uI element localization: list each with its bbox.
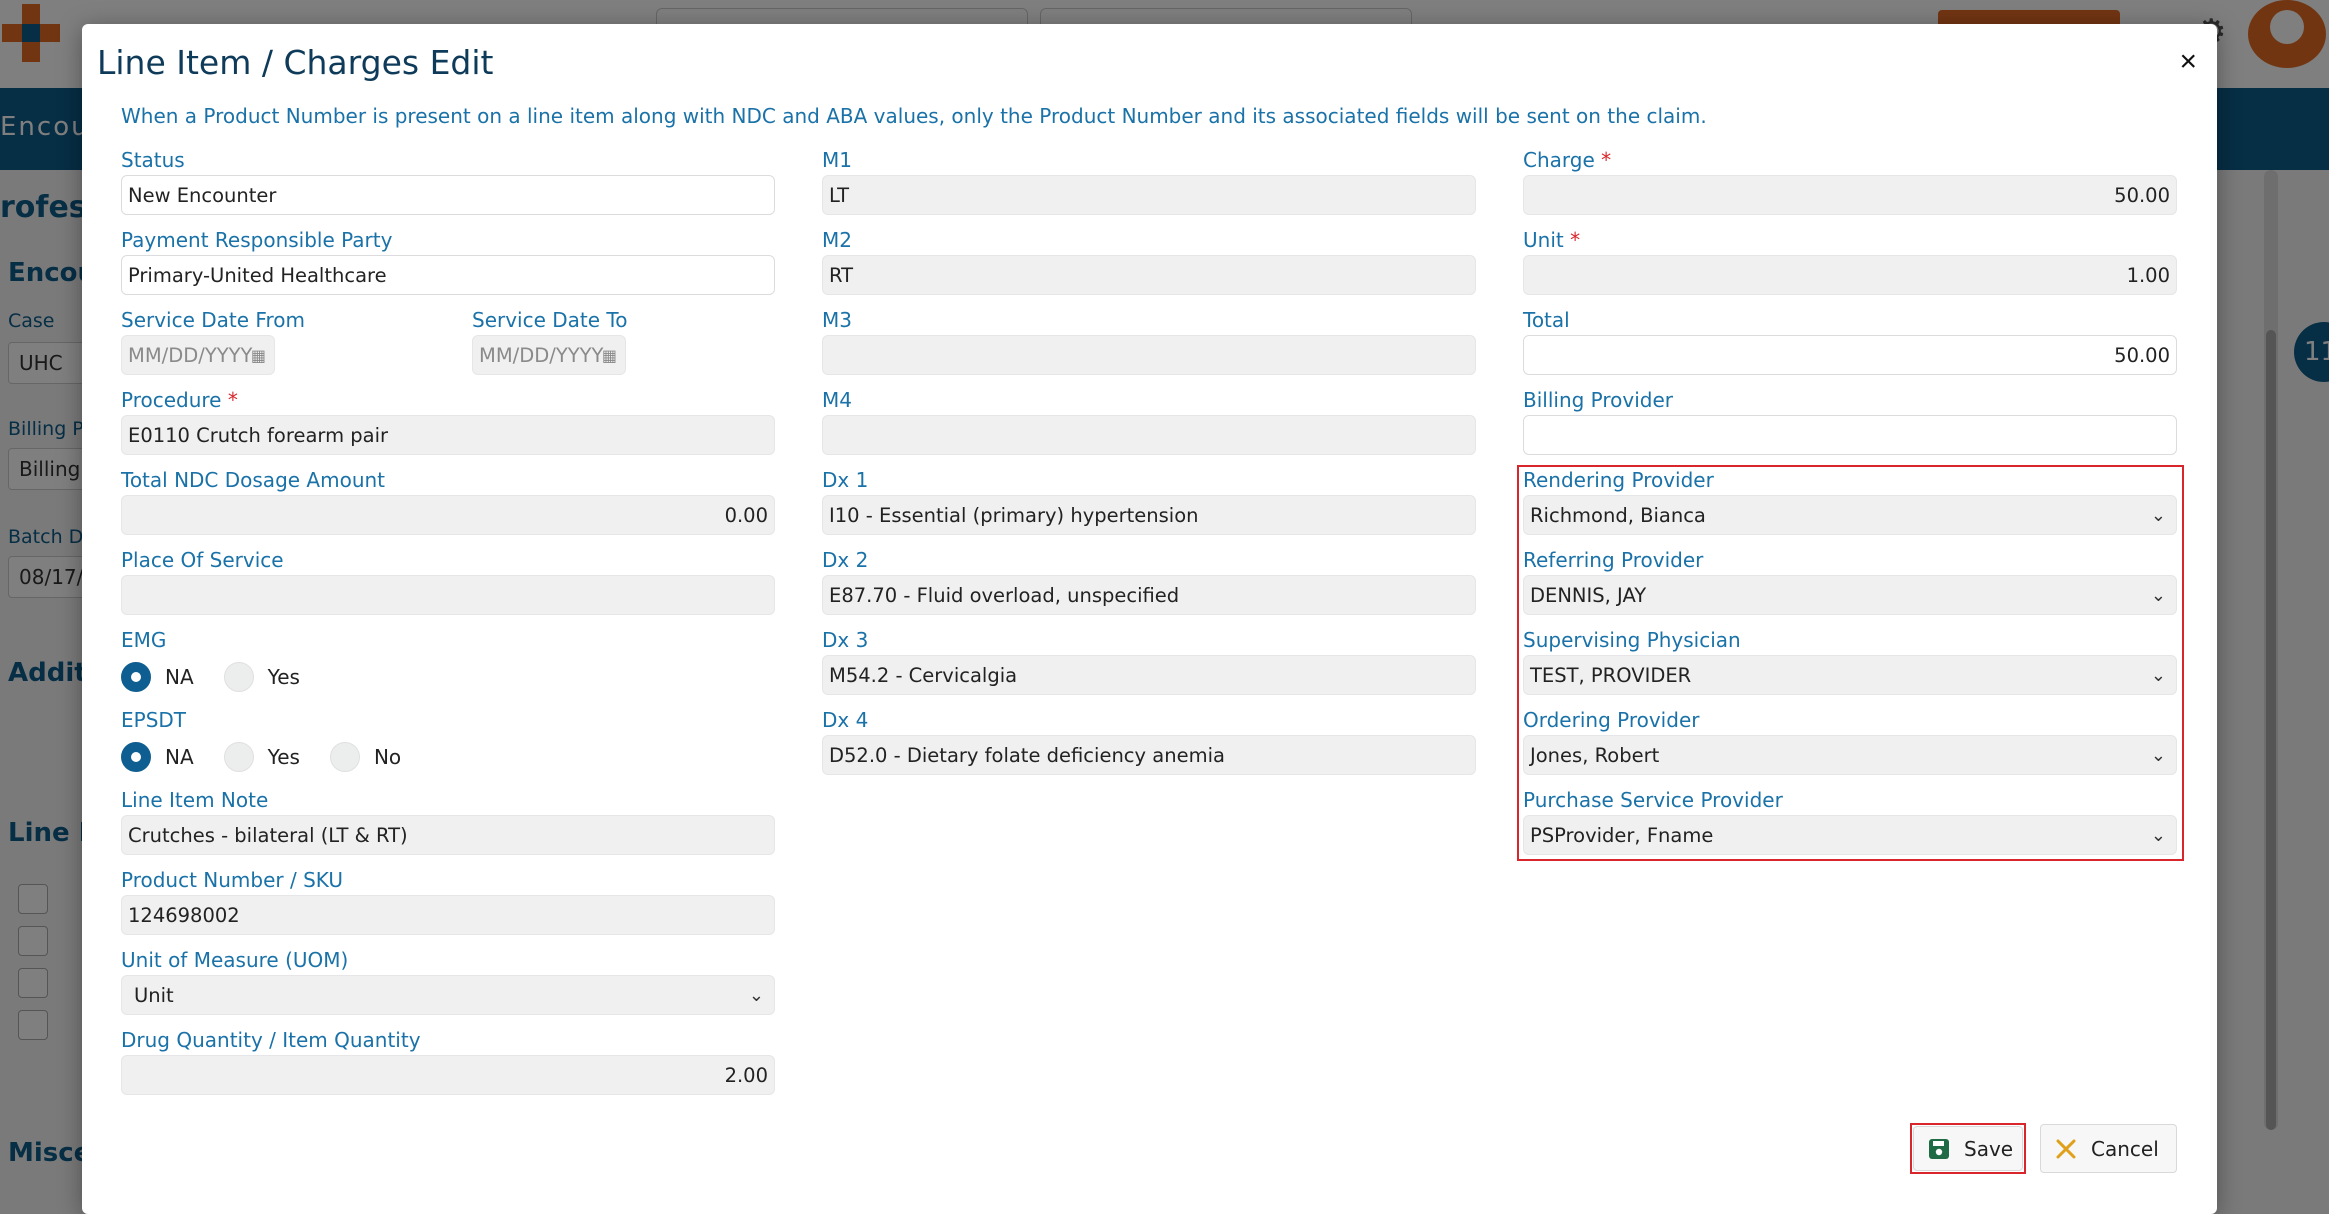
- chevron-down-icon: ⌄: [2150, 665, 2166, 686]
- epsdt-yes-label: Yes: [267, 745, 300, 769]
- line-item-edit-modal: Line Item / Charges Edit × When a Produc…: [82, 24, 2217, 1214]
- payment-party-field[interactable]: Primary-United Healthcare: [121, 255, 775, 295]
- ordering-provider-label: Ordering Provider: [1523, 708, 1700, 732]
- referring-provider-select[interactable]: DENNIS, JAY ⌄: [1523, 575, 2177, 615]
- uom-select[interactable]: Unit ⌄: [121, 975, 775, 1015]
- epsdt-label: EPSDT: [121, 708, 187, 732]
- calendar-icon[interactable]: ▦: [251, 336, 266, 374]
- close-icon: [2055, 1138, 2077, 1160]
- required-marker: *: [227, 388, 238, 412]
- service-date-to-placeholder: MM/DD/YYYY: [479, 344, 604, 367]
- quantity-label: Drug Quantity / Item Quantity: [121, 1028, 421, 1052]
- modal-title: Line Item / Charges Edit: [97, 43, 494, 82]
- total-label: Total: [1523, 308, 1570, 332]
- uom-label: Unit of Measure (UOM): [121, 948, 349, 972]
- emg-label: EMG: [121, 628, 167, 652]
- close-icon[interactable]: ×: [2173, 46, 2203, 78]
- billing-provider-field[interactable]: [1523, 415, 2177, 455]
- service-date-to-input[interactable]: MM/DD/YYYY ▦: [472, 335, 626, 375]
- emg-na-radio[interactable]: [121, 662, 151, 692]
- purchase-service-provider-select[interactable]: PSProvider, Fname ⌄: [1523, 815, 2177, 855]
- epsdt-no-radio[interactable]: [329, 742, 360, 772]
- rendering-provider-label: Rendering Provider: [1523, 468, 1714, 492]
- supervising-physician-select[interactable]: TEST, PROVIDER ⌄: [1523, 655, 2177, 695]
- required-marker: *: [1601, 148, 1612, 172]
- purchase-service-provider-value: PSProvider, Fname: [1530, 824, 1714, 847]
- payment-party-label: Payment Responsible Party: [121, 228, 393, 252]
- dx3-label: Dx 3: [822, 628, 869, 652]
- m1-label: M1: [822, 148, 852, 172]
- place-of-service-field[interactable]: [121, 575, 775, 615]
- chevron-down-icon: ⌄: [2150, 585, 2166, 606]
- quantity-field[interactable]: 2.00: [121, 1055, 775, 1095]
- emg-yes-radio[interactable]: [223, 662, 254, 692]
- purchase-service-provider-label: Purchase Service Provider: [1523, 788, 1783, 812]
- dx1-label: Dx 1: [822, 468, 869, 492]
- emg-yes-label: Yes: [267, 665, 300, 689]
- chevron-down-icon: ⌄: [2150, 825, 2166, 846]
- product-number-notice: When a Product Number is present on a li…: [121, 104, 1707, 128]
- epsdt-yes-radio[interactable]: [223, 742, 254, 772]
- product-number-field[interactable]: 124698002: [121, 895, 775, 935]
- service-date-to-label: Service Date To: [472, 308, 628, 332]
- service-date-from-input[interactable]: MM/DD/YYYY ▦: [121, 335, 275, 375]
- epsdt-no-label: No: [373, 745, 402, 769]
- line-item-note-field[interactable]: Crutches - bilateral (LT & RT): [121, 815, 775, 855]
- m3-label: M3: [822, 308, 852, 332]
- cancel-button[interactable]: Cancel: [2040, 1124, 2177, 1173]
- calendar-icon[interactable]: ▦: [602, 336, 617, 374]
- service-date-from-placeholder: MM/DD/YYYY: [128, 344, 253, 367]
- rendering-provider-select[interactable]: Richmond, Bianca ⌄: [1523, 495, 2177, 535]
- chevron-down-icon: ⌄: [2150, 745, 2166, 766]
- m2-field[interactable]: RT: [822, 255, 1476, 295]
- dx3-field[interactable]: M54.2 - Cervicalgia: [822, 655, 1476, 695]
- charge-label: Charge *: [1523, 148, 1612, 172]
- dx1-field[interactable]: I10 - Essential (primary) hypertension: [822, 495, 1476, 535]
- dx2-label: Dx 2: [822, 548, 869, 572]
- m1-field[interactable]: LT: [822, 175, 1476, 215]
- total-field[interactable]: 50.00: [1523, 335, 2177, 375]
- ndc-dosage-field[interactable]: 0.00: [121, 495, 775, 535]
- service-date-from-label: Service Date From: [121, 308, 305, 332]
- epsdt-na-radio[interactable]: [121, 742, 151, 772]
- chevron-down-icon: ⌄: [2150, 505, 2166, 526]
- referring-provider-value: DENNIS, JAY: [1530, 584, 1647, 607]
- m4-label: M4: [822, 388, 852, 412]
- chevron-down-icon: ⌄: [748, 985, 764, 1006]
- m2-label: M2: [822, 228, 852, 252]
- supervising-physician-label: Supervising Physician: [1523, 628, 1741, 652]
- emg-radio-group: NA Yes: [121, 660, 330, 694]
- ordering-provider-value: Jones, Robert: [1530, 744, 1660, 767]
- status-label: Status: [121, 148, 185, 172]
- required-marker: *: [1570, 228, 1581, 252]
- dx2-field[interactable]: E87.70 - Fluid overload, unspecified: [822, 575, 1476, 615]
- save-label: Save: [1964, 1136, 2014, 1161]
- status-field[interactable]: New Encounter: [121, 175, 775, 215]
- dx4-label: Dx 4: [822, 708, 869, 732]
- ndc-dosage-label: Total NDC Dosage Amount: [121, 468, 386, 492]
- unit-field[interactable]: 1.00: [1523, 255, 2177, 295]
- cancel-label: Cancel: [2091, 1136, 2159, 1161]
- procedure-label: Procedure *: [121, 388, 238, 412]
- unit-label: Unit *: [1523, 228, 1581, 252]
- save-icon: [1928, 1138, 1950, 1160]
- ordering-provider-select[interactable]: Jones, Robert ⌄: [1523, 735, 2177, 775]
- referring-provider-label: Referring Provider: [1523, 548, 1704, 572]
- supervising-physician-value: TEST, PROVIDER: [1530, 664, 1692, 687]
- dx4-field[interactable]: D52.0 - Dietary folate deficiency anemia: [822, 735, 1476, 775]
- rendering-provider-value: Richmond, Bianca: [1530, 504, 1706, 527]
- uom-selected-value: Unit: [134, 984, 174, 1007]
- m3-field[interactable]: [822, 335, 1476, 375]
- product-number-label: Product Number / SKU: [121, 868, 344, 892]
- emg-na-label: NA: [165, 665, 194, 689]
- place-of-service-label: Place Of Service: [121, 548, 284, 572]
- m4-field[interactable]: [822, 415, 1476, 455]
- epsdt-radio-group: NA Yes No: [121, 740, 431, 774]
- line-item-note-label: Line Item Note: [121, 788, 269, 812]
- billing-provider-label: Billing Provider: [1523, 388, 1674, 412]
- procedure-field[interactable]: E0110 Crutch forearm pair: [121, 415, 775, 455]
- charge-field[interactable]: 50.00: [1523, 175, 2177, 215]
- save-button[interactable]: Save: [1913, 1126, 2023, 1171]
- epsdt-na-label: NA: [165, 745, 194, 769]
